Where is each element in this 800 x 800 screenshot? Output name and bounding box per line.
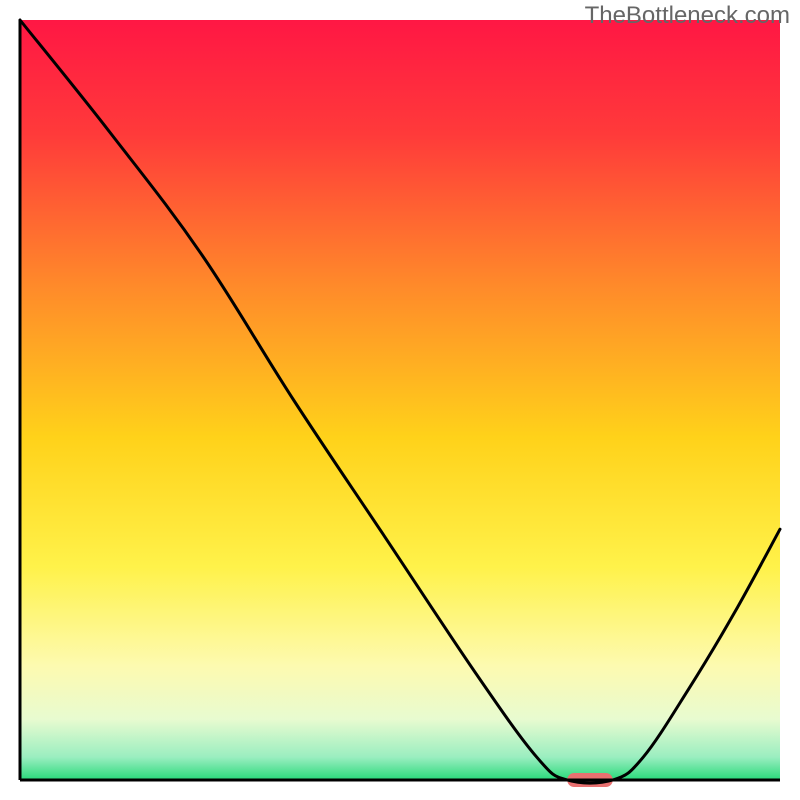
gradient-background (20, 20, 780, 780)
chart-svg (0, 0, 800, 800)
bottleneck-chart: TheBottleneck.com (0, 0, 800, 800)
attribution-label: TheBottleneck.com (585, 2, 790, 30)
